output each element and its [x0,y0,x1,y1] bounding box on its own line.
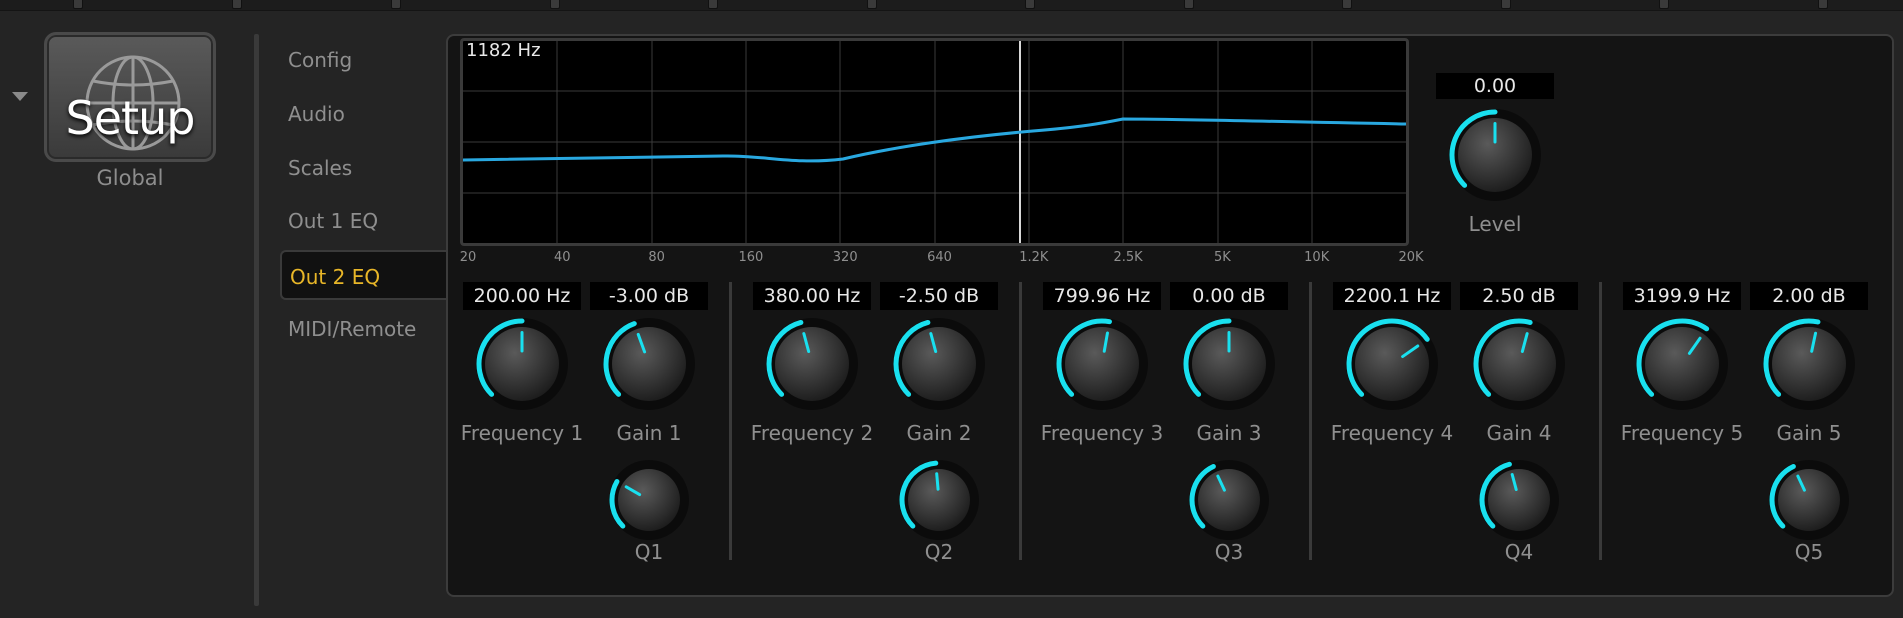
gain-2-value[interactable]: -2.50 dB [880,282,998,310]
x-tick-label: 80 [648,250,665,265]
band-divider [1599,282,1602,560]
x-tick-label: 320 [832,250,858,265]
cursor-frequency-readout: 1182 Hz [466,40,541,61]
level-knob[interactable] [1447,107,1543,203]
frequency-1-label: Frequency 1 [460,421,584,445]
nav-item-audio[interactable]: Audio [288,102,458,126]
ruler-tick [1501,0,1511,9]
x-tick-label: 640 [927,250,952,265]
nav-item-config[interactable]: Config [288,48,458,72]
ruler-tick [232,0,242,9]
gain-1-value[interactable]: -3.00 dB [590,282,708,310]
frequency-2-knob[interactable] [764,316,860,412]
gain-5-label: Gain 5 [1776,421,1842,445]
gain-2-label: Gain 2 [906,421,972,445]
gain-3-value[interactable]: 0.00 dB [1170,282,1288,310]
frequency-2-value[interactable]: 380.00 Hz [753,282,871,310]
nav-item-out1-eq[interactable]: Out 1 EQ [288,209,458,233]
level-value[interactable]: 0.00 [1436,73,1554,99]
frequency-4-value[interactable]: 2200.1 Hz [1333,282,1451,310]
level-label: Level [1468,212,1522,236]
frequency-3-label: Frequency 3 [1040,421,1164,445]
gain-2-knob[interactable] [891,316,987,412]
eq-graph-canvas [463,41,1406,243]
q2-knob[interactable] [897,458,981,542]
ruler-tick [1025,0,1035,9]
q1-knob[interactable] [607,458,691,542]
ruler-tick [1342,0,1352,9]
nav-item-midi-remote[interactable]: MIDI/Remote [288,317,458,341]
x-tick-label: 2.5K [1113,250,1143,265]
frequency-3-value[interactable]: 799.96 Hz [1043,282,1161,310]
x-tick-label: 10K [1304,250,1330,265]
q3-knob[interactable] [1187,458,1271,542]
frequency-2-label: Frequency 2 [750,421,874,445]
frequency-1-value[interactable]: 200.00 Hz [463,282,581,310]
gain-3-knob[interactable] [1181,316,1277,412]
gain-1-knob[interactable] [601,316,697,412]
ruler-tick [550,0,560,9]
x-tick-label: 40 [554,250,571,265]
gain-1-label: Gain 1 [616,421,682,445]
x-tick-label: 20 [459,250,477,265]
ruler-tick [1818,0,1828,9]
band-divider [1019,282,1022,560]
setup-subtitle: Global [96,166,164,190]
chevron-down-icon[interactable] [12,92,28,101]
nav-item-scales[interactable]: Scales [288,156,458,180]
x-tick-label: 160 [738,250,764,265]
frequency-5-knob[interactable] [1634,316,1730,412]
ruler-tick [708,0,718,9]
frequency-1-knob[interactable] [474,316,570,412]
ruler-tick [391,0,401,9]
top-ruler [0,0,1903,11]
ruler-tick [73,0,83,9]
frequency-4-knob[interactable] [1344,316,1440,412]
gain-5-value[interactable]: 2.00 dB [1750,282,1868,310]
q4-knob[interactable] [1477,458,1561,542]
gain-5-knob[interactable] [1761,316,1857,412]
frequency-3-knob[interactable] [1054,316,1150,412]
q1-label: Q1 [634,540,664,564]
frequency-5-value[interactable]: 3199.9 Hz [1623,282,1741,310]
frequency-5-label: Frequency 5 [1620,421,1744,445]
x-tick-label: 1.2K [1019,250,1049,265]
setup-title: Setup [65,91,196,145]
sidebar-divider [254,34,259,606]
frequency-4-label: Frequency 4 [1330,421,1454,445]
q2-label: Q2 [924,540,954,564]
ruler-tick [1659,0,1669,9]
band-divider [729,282,732,560]
x-tick-label: 5K [1213,250,1231,265]
setup-button[interactable]: Setup [44,32,216,162]
q3-label: Q3 [1214,540,1244,564]
gain-4-label: Gain 4 [1486,421,1552,445]
q5-label: Q5 [1794,540,1824,564]
ruler-tick [1184,0,1194,9]
nav-item-out2-eq[interactable]: Out 2 EQ [280,250,450,300]
x-tick-label: 20K [1398,250,1424,265]
q5-knob[interactable] [1767,458,1851,542]
gain-3-label: Gain 3 [1196,421,1262,445]
band-divider [1309,282,1312,560]
gain-4-knob[interactable] [1471,316,1567,412]
gain-4-value[interactable]: 2.50 dB [1460,282,1578,310]
q4-label: Q4 [1504,540,1534,564]
ruler-tick [867,0,877,9]
eq-response-graph[interactable] [460,38,1409,246]
